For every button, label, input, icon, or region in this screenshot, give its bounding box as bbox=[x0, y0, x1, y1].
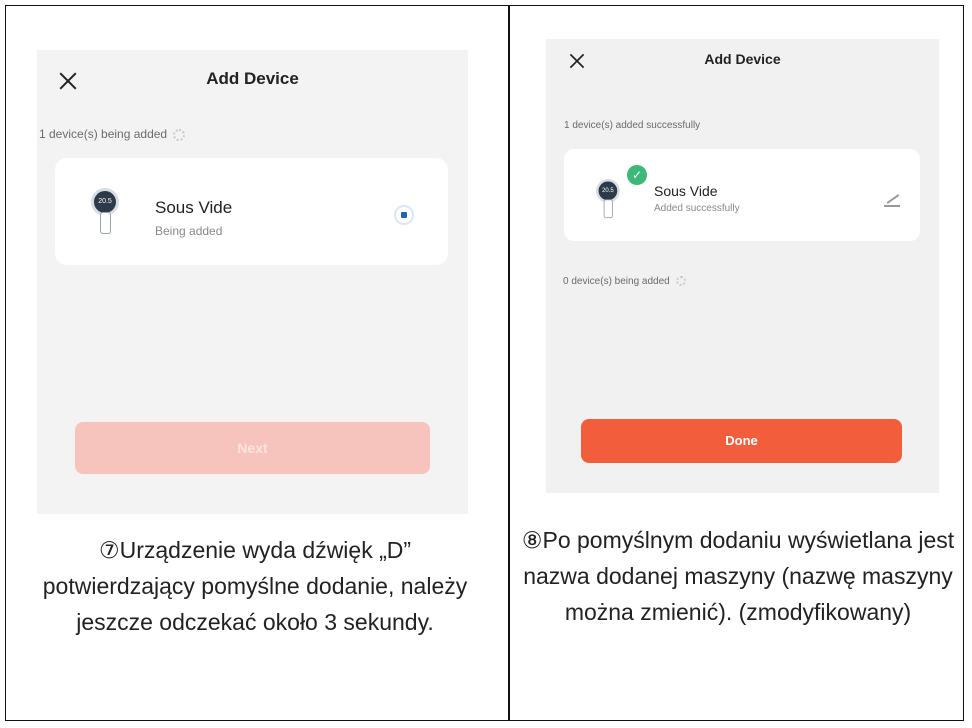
step-7-caption: ⑦Urządzenie wyda dźwięk „D” potwierdzają… bbox=[42, 537, 468, 635]
page-title: Add Device bbox=[704, 51, 781, 67]
column-divider bbox=[508, 5, 510, 721]
device-status: Added successfully bbox=[654, 203, 740, 214]
device-status: Being added bbox=[155, 224, 223, 238]
success-status: 1 device(s) added successfully bbox=[564, 120, 701, 131]
page-title: Add Device bbox=[206, 69, 299, 88]
next-button[interactable]: Next bbox=[75, 422, 430, 474]
spinner-icon bbox=[675, 276, 686, 287]
device-thumbnail: 20.5 bbox=[596, 179, 625, 222]
device-card[interactable]: 20.5 Sous Vide Being added bbox=[55, 158, 448, 265]
add-device-screen-success: Add Device 1 device(s) added successfull… bbox=[546, 39, 939, 493]
check-badge-icon: ✓ bbox=[627, 165, 647, 185]
adding-status: 1 device(s) being added bbox=[39, 127, 186, 141]
device-thumbnail: 20.5 bbox=[91, 188, 125, 238]
device-name: Sous Vide bbox=[654, 183, 718, 199]
done-button[interactable]: Done bbox=[581, 419, 902, 463]
add-device-screen-adding: Add Device 1 device(s) being added 20.5 … bbox=[37, 50, 468, 514]
pending-status: 0 device(s) being added bbox=[563, 276, 686, 287]
device-body bbox=[603, 199, 613, 219]
radio-selected-icon[interactable] bbox=[394, 205, 414, 225]
spinner-icon bbox=[173, 128, 186, 141]
edit-pencil-icon[interactable] bbox=[884, 191, 900, 207]
pending-status-text: 0 device(s) being added bbox=[563, 276, 670, 287]
device-card[interactable]: 20.5 ✓ Sous Vide Added successfully bbox=[564, 149, 920, 241]
step-8-caption: ⑧Po pomyślnym dodaniu wyświetlana jest n… bbox=[521, 527, 955, 625]
device-body bbox=[100, 212, 111, 234]
device-name: Sous Vide bbox=[155, 198, 233, 217]
adding-status-text: 1 device(s) being added bbox=[39, 127, 168, 141]
